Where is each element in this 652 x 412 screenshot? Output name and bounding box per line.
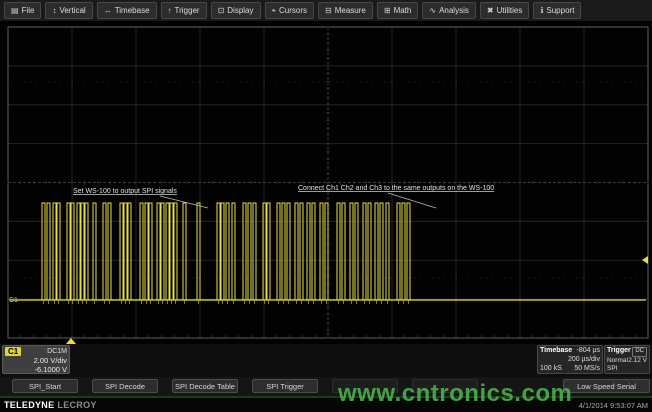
menu-item-trigger[interactable]: ↑Trigger bbox=[161, 2, 207, 19]
menu-item-file[interactable]: ▤File bbox=[4, 2, 41, 19]
menu-label-vertical: Vertical bbox=[59, 6, 85, 15]
trigger-mode: Normal bbox=[607, 357, 628, 365]
menu-item-measure[interactable]: ⊟Measure bbox=[318, 2, 373, 19]
timebase-icon: ↔ bbox=[104, 7, 112, 15]
timebase-rate: 50 MS/s bbox=[574, 365, 600, 374]
measure-icon: ⊟ bbox=[325, 7, 332, 15]
channel-coupling: DC1M bbox=[47, 348, 67, 355]
timebase-samples: 100 kS bbox=[540, 365, 562, 374]
timebase-label: Timebase bbox=[540, 347, 572, 356]
menu-item-support[interactable]: ℹSupport bbox=[533, 2, 581, 19]
menu-label-analysis: Analysis bbox=[439, 6, 469, 15]
menu-label-support: Support bbox=[546, 6, 574, 15]
channel-c1-descriptor[interactable]: C1 DC1M 2.00 V/div -6.1000 V bbox=[2, 345, 70, 374]
menu-label-cursors: Cursors bbox=[279, 6, 307, 15]
svg-text:Connect Ch1 Ch2 and Ch3 to the: Connect Ch1 Ch2 and Ch3 to the same outp… bbox=[298, 185, 494, 192]
trigger-label: Trigger bbox=[607, 347, 631, 356]
menu-label-measure: Measure bbox=[335, 6, 366, 15]
status-bar: TELEDYNELECROY 4/1/2014 9:53:07 AM bbox=[0, 396, 652, 412]
menu-item-display[interactable]: ⊡Display bbox=[211, 2, 261, 19]
svg-text:Set WS-100 to output SPI signa: Set WS-100 to output SPI signals bbox=[73, 188, 177, 195]
brand-logo: TELEDYNELECROY bbox=[4, 400, 97, 410]
file-icon: ▤ bbox=[11, 7, 19, 15]
clock-timestamp: 4/1/2014 9:53:07 AM bbox=[579, 401, 648, 410]
menu-label-math: Math bbox=[394, 6, 412, 15]
waveform-grid: C1 Set WS-100 to output SPI signals Connec… bbox=[0, 22, 652, 344]
vertical-scale-icon: ↕ bbox=[52, 7, 56, 15]
menu-label-trigger: Trigger bbox=[175, 6, 200, 15]
blank-softkey-2 bbox=[412, 379, 478, 393]
support-icon: ℹ bbox=[540, 7, 543, 15]
waveform-display[interactable]: C1 Set WS-100 to output SPI signals Connec… bbox=[0, 22, 652, 344]
menu-item-timebase[interactable]: ↔Timebase bbox=[97, 2, 157, 19]
menu-label-file: File bbox=[22, 6, 35, 15]
channel-badge: C1 bbox=[5, 347, 21, 356]
svg-text:C1: C1 bbox=[9, 297, 18, 304]
trigger-coupling-badge: DC bbox=[632, 347, 647, 357]
menu-item-analysis[interactable]: ∿Analysis bbox=[422, 2, 476, 19]
brand-lecroy: LECROY bbox=[57, 400, 96, 410]
display-icon: ⊡ bbox=[218, 7, 225, 15]
channel-offset: -6.1000 V bbox=[5, 365, 67, 374]
channel-scale: 2.00 V/div bbox=[5, 356, 67, 365]
trigger-descriptor[interactable]: TriggerDC Normal2.12 V SPI bbox=[604, 345, 650, 374]
menu-item-cursors[interactable]: ⌖Cursors bbox=[265, 2, 315, 19]
trigger-icon: ↑ bbox=[168, 7, 172, 15]
menu-item-vertical[interactable]: ↕Vertical bbox=[45, 2, 92, 19]
analysis-icon: ∿ bbox=[429, 7, 436, 15]
cursors-icon: ⌖ bbox=[272, 7, 277, 15]
trigger-type: SPI bbox=[607, 365, 617, 373]
oscilloscope-app: ▤File ↕Vertical ↔Timebase ↑Trigger ⊡Disp… bbox=[0, 0, 652, 412]
trigger-level: 2.12 V bbox=[628, 357, 647, 365]
spi-start-button[interactable]: SPI_Start bbox=[12, 379, 78, 393]
menu-item-math[interactable]: ⊞Math bbox=[377, 2, 419, 19]
menu-label-utilities: Utilities bbox=[497, 6, 523, 15]
timebase-descriptor[interactable]: Timebase -804 µs 200 µs/div 100 kS 50 MS/s bbox=[537, 345, 603, 374]
brand-teledyne: TELEDYNE bbox=[4, 400, 54, 410]
blank-softkey-1 bbox=[332, 379, 398, 393]
utilities-icon: ✖ bbox=[487, 7, 494, 15]
softkey-row: SPI_Start SPI Decode SPI Decode Table SP… bbox=[0, 377, 652, 396]
timebase-delay: -804 µs bbox=[577, 347, 601, 356]
spi-decode-button[interactable]: SPI Decode bbox=[92, 379, 158, 393]
menu-item-utilities[interactable]: ✖Utilities bbox=[480, 2, 529, 19]
spi-decode-table-button[interactable]: SPI Decode Table bbox=[172, 379, 238, 393]
low-speed-serial-button[interactable]: Low Speed Serial bbox=[563, 379, 650, 393]
timebase-scale: 200 µs/div bbox=[568, 356, 600, 365]
descriptor-strip: C1 DC1M 2.00 V/div -6.1000 V Timebase -80… bbox=[0, 344, 652, 377]
spi-trigger-button[interactable]: SPI Trigger bbox=[252, 379, 318, 393]
menu-label-timebase: Timebase bbox=[115, 6, 150, 15]
trigger-position-marker[interactable] bbox=[66, 338, 76, 344]
menu-bar: ▤File ↕Vertical ↔Timebase ↑Trigger ⊡Disp… bbox=[0, 0, 652, 22]
menu-label-display: Display bbox=[227, 6, 253, 15]
math-icon: ⊞ bbox=[384, 7, 391, 15]
